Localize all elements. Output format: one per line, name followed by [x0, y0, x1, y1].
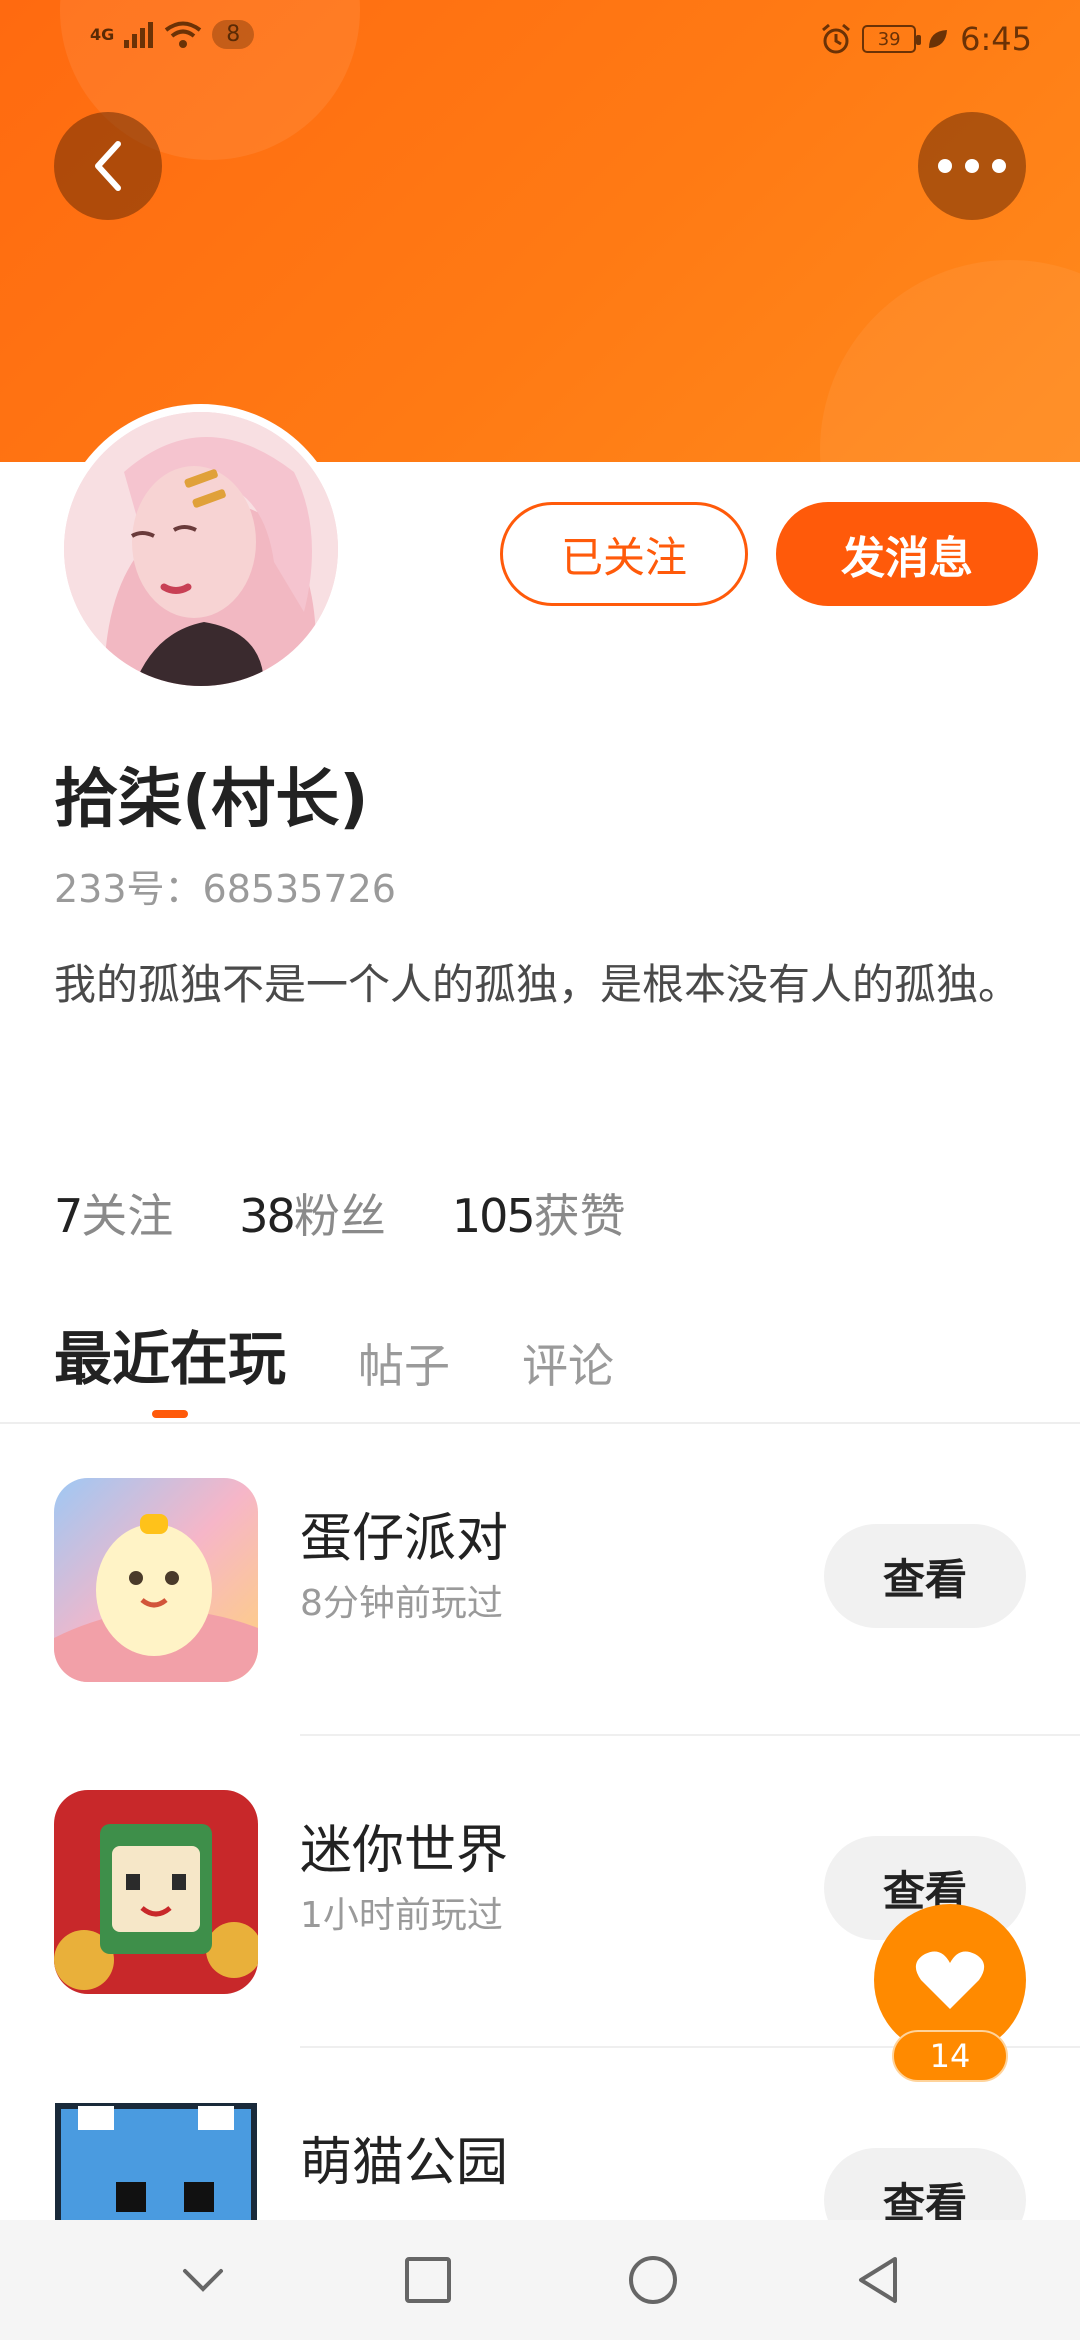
leaf-icon: [929, 30, 948, 48]
view-game-button[interactable]: 查看: [824, 1524, 1026, 1628]
back-button[interactable]: [54, 112, 162, 220]
more-options-button[interactable]: [918, 112, 1026, 220]
triangle-back-icon: [858, 2257, 897, 2303]
stat-followers-count: 38: [239, 1189, 296, 1243]
game-icon-eggy-party: [54, 1478, 258, 1682]
square-icon: [404, 2257, 451, 2303]
stat-likes-count: 105: [451, 1189, 536, 1243]
circle-icon: [628, 2256, 677, 2304]
game-title: 萌猫公园: [300, 2133, 509, 2193]
list-item[interactable]: 蛋仔派对 8分钟前玩过 查看: [0, 1424, 1080, 1736]
send-message-button[interactable]: 发消息: [776, 502, 1038, 606]
stat-followers[interactable]: 38粉丝: [239, 1180, 386, 1246]
nav-collapse-button[interactable]: [173, 2250, 233, 2310]
chevron-down-icon: [182, 2269, 223, 2292]
stat-following[interactable]: 7关注: [54, 1180, 173, 1246]
game-title: 蛋仔派对: [300, 1509, 509, 1569]
game-last-played: 8分钟前玩过: [300, 1583, 503, 1624]
notification-count: 8: [212, 20, 255, 49]
stat-likes[interactable]: 105获赞: [452, 1180, 626, 1246]
tab-comments[interactable]: 评论: [522, 1330, 614, 1396]
stat-followers-label: 粉丝: [293, 1189, 386, 1243]
nav-recents-button[interactable]: [398, 2250, 458, 2310]
profile-tabs: 最近在玩 帖子 评论: [54, 1312, 614, 1396]
active-tab-indicator: [152, 1410, 188, 1418]
status-bar: 4G 8 39 6:45: [0, 0, 1080, 84]
profile-page: 4G 8 39 6:45 已关注 发消息 拾柒(村长) 233号：6853572…: [0, 0, 1080, 2340]
stat-likes-label: 获赞: [533, 1189, 626, 1243]
game-last-played: 1小时前玩过: [300, 1895, 503, 1936]
system-nav-bar: [0, 2220, 1080, 2340]
nav-home-button[interactable]: [623, 2250, 683, 2310]
signal-icon: [124, 21, 154, 48]
banner-decoration: [820, 260, 1080, 462]
stat-following-label: 关注: [81, 1189, 174, 1243]
clock: 6:45: [960, 20, 1032, 58]
game-icon-mini-world: [54, 1790, 258, 1994]
nav-back-button[interactable]: [848, 2250, 908, 2310]
followed-button[interactable]: 已关注: [500, 502, 748, 606]
wifi-icon: [165, 21, 202, 48]
status-left: 4G 8: [90, 20, 255, 49]
network-label: 4G: [90, 24, 115, 44]
tab-posts[interactable]: 帖子: [358, 1330, 450, 1396]
game-title: 迷你世界: [300, 1821, 509, 1881]
avatar-illustration: [64, 412, 338, 686]
more-dots-icon: [938, 159, 1006, 173]
tab-recently-played[interactable]: 最近在玩: [54, 1312, 286, 1396]
battery-level: 39: [877, 28, 901, 50]
profile-name: 拾柒(村长): [54, 763, 369, 837]
avatar[interactable]: [56, 404, 346, 694]
battery-indicator: 39: [862, 25, 922, 53]
chevron-left-icon: [95, 141, 121, 191]
status-right: 39 6:45: [820, 20, 1032, 58]
profile-bio: 我的孤独不是一个人的孤独，是根本没有人的孤独。: [54, 960, 1021, 1009]
alarm-icon: [822, 23, 851, 54]
like-count: 14: [892, 2030, 1008, 2082]
stat-following-count: 7: [54, 1189, 83, 1243]
profile-id: 233号：68535726: [54, 867, 396, 911]
avatar-image: [64, 412, 338, 686]
profile-stats: 7关注 38粉丝 105获赞: [54, 1180, 626, 1246]
heart-icon: [915, 1951, 985, 2009]
